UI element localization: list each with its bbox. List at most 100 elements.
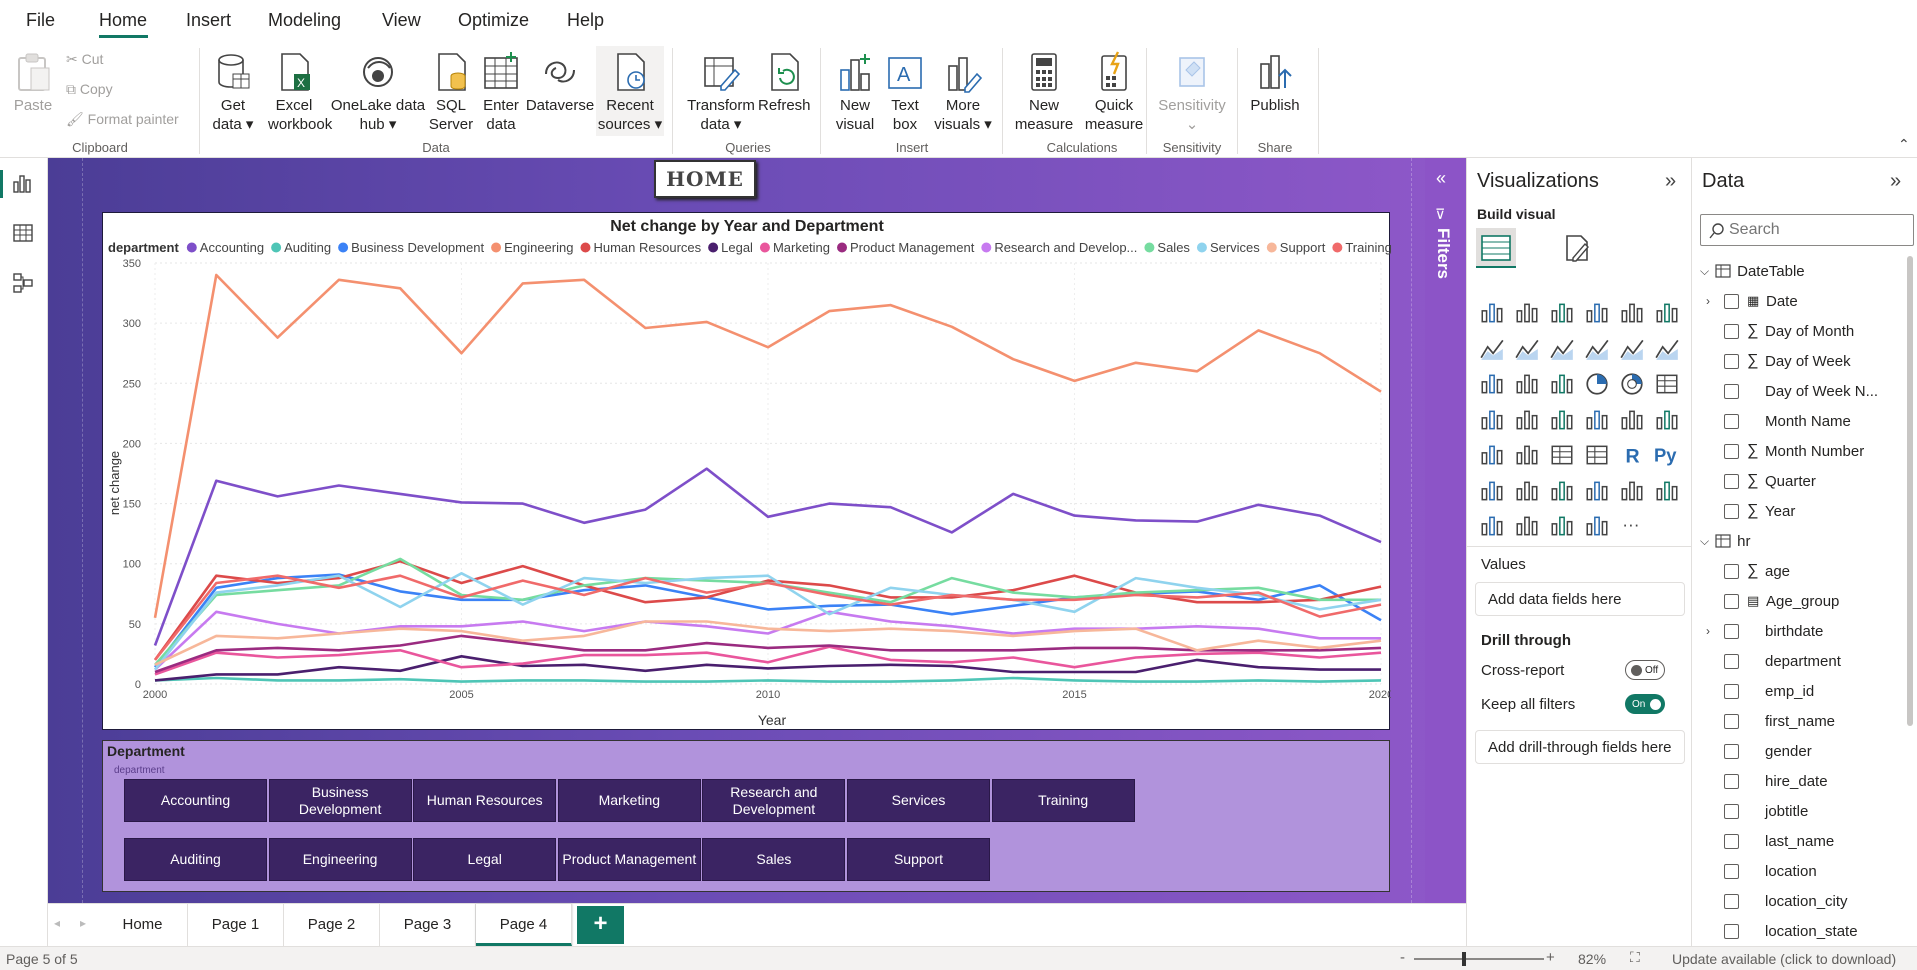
filters-pane-collapsed[interactable]: « ⊽ Filters [1425, 158, 1466, 903]
slicer-item-research-and-development[interactable]: Research and Development [702, 779, 846, 822]
onelake-data-hub-button[interactable]: OneLake data hub ▾ [330, 50, 426, 134]
100-bar-icon[interactable] [1619, 300, 1645, 326]
power-automate-icon[interactable] [1549, 513, 1575, 539]
stacked-column-icon[interactable] [1514, 300, 1540, 326]
recent-sources-button[interactable]: Recent sources ▾ [596, 46, 664, 136]
field-checkbox[interactable] [1724, 803, 1739, 819]
tab-page-2[interactable]: Page 2 [284, 904, 380, 946]
table-hr[interactable]: ⌵ hr [1700, 526, 1750, 556]
expand-filters-icon[interactable]: « [1436, 168, 1446, 189]
r-visual-icon[interactable]: R [1619, 442, 1645, 468]
100-column-icon[interactable] [1654, 300, 1680, 326]
field-checkbox[interactable] [1724, 623, 1739, 639]
values-drop-zone[interactable]: Add data fields here [1475, 582, 1685, 616]
sql-server-button[interactable]: SQL Server [428, 50, 474, 134]
prev-page-icon[interactable]: ◂ [54, 916, 60, 930]
field-day-of-week[interactable]: ∑ Day of Week [1706, 346, 1906, 376]
legend-item[interactable]: Accounting [200, 240, 264, 255]
excel-workbook-button[interactable]: X Excel workbook [268, 50, 332, 134]
fit-to-page-icon[interactable]: ⛶ [1630, 949, 1640, 966]
field-checkbox[interactable] [1724, 413, 1739, 429]
field-checkbox[interactable] [1724, 653, 1739, 669]
slicer-item-engineering[interactable]: Engineering [268, 838, 412, 881]
refresh-button[interactable]: Refresh [758, 50, 811, 115]
waterfall-icon[interactable] [1479, 371, 1505, 397]
map-icon[interactable] [1479, 407, 1505, 433]
field-checkbox[interactable] [1724, 503, 1739, 519]
text-box-button[interactable]: A Text box [882, 50, 928, 134]
tab-page-3[interactable]: Page 3 [380, 904, 476, 946]
area-chart-icon[interactable] [1514, 336, 1540, 362]
publish-button[interactable]: Publish [1246, 50, 1304, 115]
field-gender[interactable]: gender [1706, 736, 1906, 766]
collapse-data-icon[interactable]: » [1890, 170, 1901, 193]
line-chart-icon[interactable] [1479, 336, 1505, 362]
field-hire-date[interactable]: hire_date [1706, 766, 1906, 796]
pie-icon[interactable] [1584, 371, 1610, 397]
series-line-engineering[interactable] [153, 273, 1382, 619]
dataverse-button[interactable]: Dataverse [524, 50, 596, 115]
home-nav-button[interactable]: HOME [654, 160, 756, 198]
legend-item[interactable]: Auditing [284, 240, 331, 255]
more-icon[interactable]: ··· [1619, 513, 1645, 539]
field-checkbox[interactable] [1724, 383, 1739, 399]
field-checkbox[interactable] [1724, 593, 1739, 609]
tab-page-4[interactable]: Page 4 [476, 904, 572, 946]
line-column-icon[interactable] [1584, 336, 1610, 362]
enter-data-button[interactable]: Enter data [478, 50, 524, 134]
slicer-icon[interactable] [1514, 442, 1540, 468]
legend-item[interactable]: Research and Develop... [994, 240, 1137, 255]
matrix-icon[interactable] [1584, 442, 1610, 468]
field-checkbox[interactable] [1724, 863, 1739, 879]
legend-item[interactable]: Business Development [351, 240, 484, 255]
field-department[interactable]: department [1706, 646, 1906, 676]
power-apps-icon[interactable] [1514, 513, 1540, 539]
menu-view[interactable]: View [382, 10, 421, 31]
field-list-scrollbar[interactable] [1907, 256, 1913, 726]
field-checkbox[interactable] [1724, 683, 1739, 699]
field-checkbox[interactable] [1724, 443, 1739, 459]
chevron-right-icon[interactable]: › [1706, 294, 1718, 308]
field-location[interactable]: location [1706, 856, 1906, 886]
menu-home[interactable]: Home [99, 10, 147, 31]
slicer-item-legal[interactable]: Legal [413, 838, 557, 881]
field-location-state[interactable]: location_state [1706, 916, 1906, 946]
chevron-right-icon[interactable]: › [1706, 624, 1718, 638]
model-view-icon[interactable] [12, 272, 34, 294]
field-emp-id[interactable]: emp_id [1706, 676, 1906, 706]
slicer-item-business-development[interactable]: Business Development [268, 779, 412, 822]
field-last-name[interactable]: last_name [1706, 826, 1906, 856]
field-checkbox[interactable] [1724, 473, 1739, 489]
chevron-down-icon[interactable]: ⌵ [1700, 264, 1709, 279]
slicer-item-services[interactable]: Services [847, 779, 990, 822]
quick-measure-button[interactable]: Quick measure [1080, 50, 1148, 134]
slicer-item-accounting[interactable]: Accounting [124, 779, 267, 822]
build-visual-tab[interactable] [1476, 228, 1516, 268]
more-visuals-button[interactable]: More visuals ▾ [932, 50, 994, 134]
table-view-icon[interactable] [12, 222, 34, 244]
new-measure-button[interactable]: New measure [1012, 50, 1076, 134]
sensitivity-button[interactable]: Sensitivity ⌄ [1156, 50, 1228, 134]
legend-item[interactable]: Product Management [850, 240, 975, 255]
zoom-out-button[interactable]: - [1400, 949, 1405, 966]
field-checkbox[interactable] [1724, 563, 1739, 579]
slicer-item-auditing[interactable]: Auditing [124, 838, 267, 881]
keep-all-filters-toggle[interactable]: On [1625, 694, 1665, 714]
tab-page-1[interactable]: Page 1 [188, 904, 284, 946]
menu-file[interactable]: File [26, 10, 55, 31]
menu-help[interactable]: Help [567, 10, 604, 31]
funnel-icon[interactable] [1514, 371, 1540, 397]
field-month-number[interactable]: ∑ Month Number [1706, 436, 1906, 466]
format-painter-button[interactable]: 🖌 Format painter [66, 110, 179, 129]
card-new-icon[interactable] [1479, 513, 1505, 539]
line-chart-visual[interactable]: Net change by Year and Department depart… [102, 212, 1393, 730]
paste-button[interactable]: Paste [10, 50, 56, 115]
arcgis-icon[interactable] [1584, 513, 1610, 539]
qa-icon[interactable] [1549, 478, 1575, 504]
clustered-column-icon[interactable] [1584, 300, 1610, 326]
cross-report-toggle[interactable]: Off [1625, 660, 1665, 680]
next-page-icon[interactable]: ▸ [80, 916, 86, 930]
zoom-slider-thumb[interactable] [1462, 952, 1466, 966]
stacked-area-icon[interactable] [1549, 336, 1575, 362]
chevron-down-icon[interactable]: ⌵ [1700, 534, 1709, 549]
